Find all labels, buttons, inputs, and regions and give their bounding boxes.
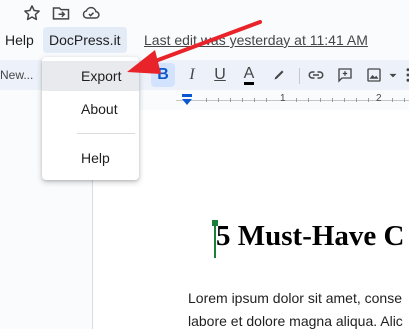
- bold-label: B: [157, 66, 169, 83]
- more-vert-icon: [406, 68, 409, 82]
- ruler-line: [176, 100, 409, 101]
- toolbar-divider: [299, 68, 300, 84]
- indent-marker-icon[interactable]: [181, 93, 193, 111]
- last-edit-link[interactable]: Last edit was yesterday at 11:41 AM: [144, 27, 368, 53]
- body-text-line[interactable]: labore et dolore magna aliqua. Alic: [188, 313, 403, 329]
- document-heading[interactable]: 5 Must-Have C: [216, 220, 404, 253]
- ruler-tick: [296, 98, 297, 102]
- ruler-tick: [266, 98, 267, 102]
- text-color-button[interactable]: A: [237, 63, 261, 87]
- ruler-tick: [356, 98, 357, 102]
- star-icon[interactable]: [22, 3, 42, 23]
- more-options-button[interactable]: [396, 63, 409, 87]
- menu-item-export[interactable]: Export: [42, 61, 139, 91]
- body-text-line[interactable]: Lorem ipsum dolor sit amet, conse: [188, 290, 402, 306]
- ruler-tick: [404, 98, 405, 102]
- ruler-tick: [206, 98, 207, 102]
- insert-link-button[interactable]: [304, 63, 328, 87]
- highlighter-icon: [274, 70, 284, 80]
- ruler-tick: [344, 98, 345, 102]
- move-folder-icon[interactable]: [51, 3, 71, 23]
- comment-plus-icon: [338, 68, 352, 83]
- menu-docpress[interactable]: DocPress.it: [43, 27, 127, 53]
- menu-item-help[interactable]: Help: [42, 143, 139, 173]
- ruler-tick: [254, 98, 255, 102]
- ruler-tick: [218, 98, 219, 102]
- menu-bar: Help DocPress.it Last edit was yesterday…: [0, 27, 409, 53]
- ruler-tick: [242, 98, 243, 102]
- italic-label: I: [189, 66, 195, 83]
- underline-button[interactable]: U: [208, 63, 232, 87]
- link-icon: [308, 71, 324, 79]
- cloud-status-icon[interactable]: [81, 3, 101, 23]
- font-selector[interactable]: New...: [0, 60, 33, 90]
- bold-button[interactable]: B: [151, 63, 175, 87]
- text-color-label: A: [243, 65, 255, 85]
- image-icon: [367, 68, 381, 82]
- ruler-number: 2: [376, 93, 382, 104]
- docpress-dropdown-menu: Export About Help: [42, 57, 139, 180]
- menu-help[interactable]: Help: [5, 27, 34, 53]
- ruler-tick: [320, 98, 321, 102]
- insert-image-button[interactable]: [362, 63, 386, 87]
- ruler: 1 2: [140, 92, 409, 108]
- ruler-tick: [308, 98, 309, 102]
- add-comment-button[interactable]: [333, 63, 357, 87]
- menu-item-about[interactable]: About: [42, 94, 139, 124]
- ruler-tick: [332, 98, 333, 102]
- ruler-tick: [392, 98, 393, 102]
- ruler-tick: [368, 98, 369, 102]
- menu-divider: [77, 133, 135, 134]
- italic-button[interactable]: I: [180, 63, 204, 87]
- ruler-number: 1: [280, 93, 286, 104]
- ruler-tick: [230, 98, 231, 102]
- highlight-button[interactable]: [267, 63, 291, 87]
- underline-label: U: [214, 66, 226, 83]
